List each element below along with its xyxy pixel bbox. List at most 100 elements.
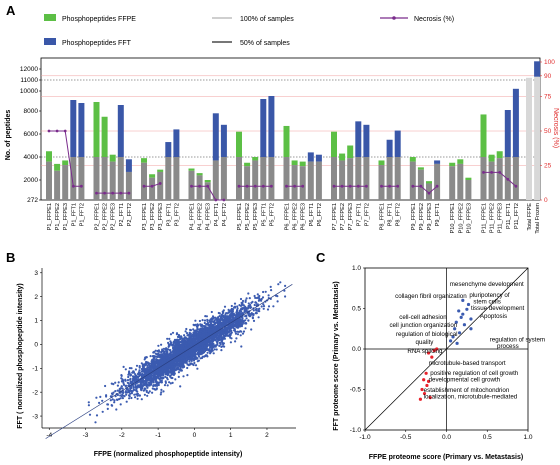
b-point [195,338,199,341]
b-point [247,302,250,305]
b-point [160,343,163,346]
sample-label: P9_FFPE3 [427,203,433,230]
necrosis-point [111,191,115,195]
b-point [201,344,204,347]
ffpe-bar [488,154,495,162]
fft-bar [78,103,85,157]
b-point [201,331,204,334]
legend-fpe-swatch [44,14,56,21]
b-point [164,367,168,370]
fft-bar [394,130,401,157]
b-point [247,319,250,322]
b-point [267,294,270,297]
ffpe-bar [465,177,472,180]
b-point [173,353,176,356]
b-point [198,319,201,323]
b-point [245,314,248,317]
b-point [164,375,167,378]
sample-label: P3_FFPE1 [142,203,148,230]
necrosis-point [55,129,59,133]
b-point [254,296,257,299]
b-point [177,375,180,378]
b-point [166,378,169,381]
sample-label: P5_FFPE3 [253,203,259,230]
b-point [188,333,191,336]
necrosis-point [514,184,518,188]
fft-bar [165,142,172,157]
b-point [149,355,152,358]
b-point [216,342,219,345]
b-point [135,364,139,367]
b-point [122,383,126,386]
b-point [125,400,128,403]
b-point [255,301,258,304]
necrosis-point [127,191,131,195]
b-point [95,414,99,417]
b-point [205,346,208,349]
b-point [166,365,169,368]
b-point [181,347,184,350]
sample-label: P7_FFT2 [364,203,370,226]
b-point [277,283,280,286]
b-point [196,360,199,363]
b-point [160,388,163,391]
common-bar [386,157,393,200]
b-point [219,342,222,345]
b-point [143,364,146,367]
b-point [220,349,223,352]
necrosis-point [498,171,502,174]
b-point [257,308,260,311]
b-point [221,336,224,339]
c-x-tick-label: 0.0 [442,434,451,441]
b-point [110,392,114,395]
c-blue-point [466,302,471,307]
b-point [206,319,209,323]
b-point [157,376,160,379]
b-point [130,390,134,393]
c-y-tick-label: -0.5 [350,387,362,394]
sample-label: P3_FFT1 [166,203,172,226]
fft-bar [125,159,132,172]
b-point [188,340,191,343]
sample-label: P9_FFPE2 [419,203,425,230]
b-point [145,356,148,359]
b-point [235,337,238,340]
b-point [220,313,223,317]
ffpe-bar [244,162,251,167]
necrosis-point [253,184,257,188]
sample-label: P1_FFPE3 [63,203,69,230]
b-point [206,344,209,347]
b-point [202,336,205,339]
panel-b-ylabel: FFT ( normalized phosphopeptide intensit… [17,283,24,428]
common-bar [378,165,385,200]
c-annotation: RNA splicing [407,348,443,355]
necrosis-point [285,184,288,188]
b-point [180,354,184,358]
b-point [142,369,145,372]
necrosis-point [47,129,51,133]
b-point [235,310,238,313]
sample-label: P1_FFT2 [79,203,85,226]
b-point [188,360,191,363]
b-point [184,330,187,333]
b-point [216,340,219,343]
b-point [248,314,252,317]
sample-label: P3_FFPE3 [158,203,164,230]
b-point [232,308,235,311]
b-point [218,315,221,318]
necrosis-point [427,191,431,195]
b-point [216,324,219,327]
b-point [250,312,253,315]
b-point [116,384,119,387]
b-point [197,330,200,333]
b-point [253,303,256,307]
b-point [144,387,147,390]
b-point [244,321,247,325]
b-point [142,389,145,392]
total-bar [526,77,532,200]
legend-fpe-label: Phosphopeptides FFPE [62,16,136,23]
common-bar [307,161,314,200]
b-point [136,392,139,395]
b-point [168,337,171,340]
b-point [95,396,98,399]
